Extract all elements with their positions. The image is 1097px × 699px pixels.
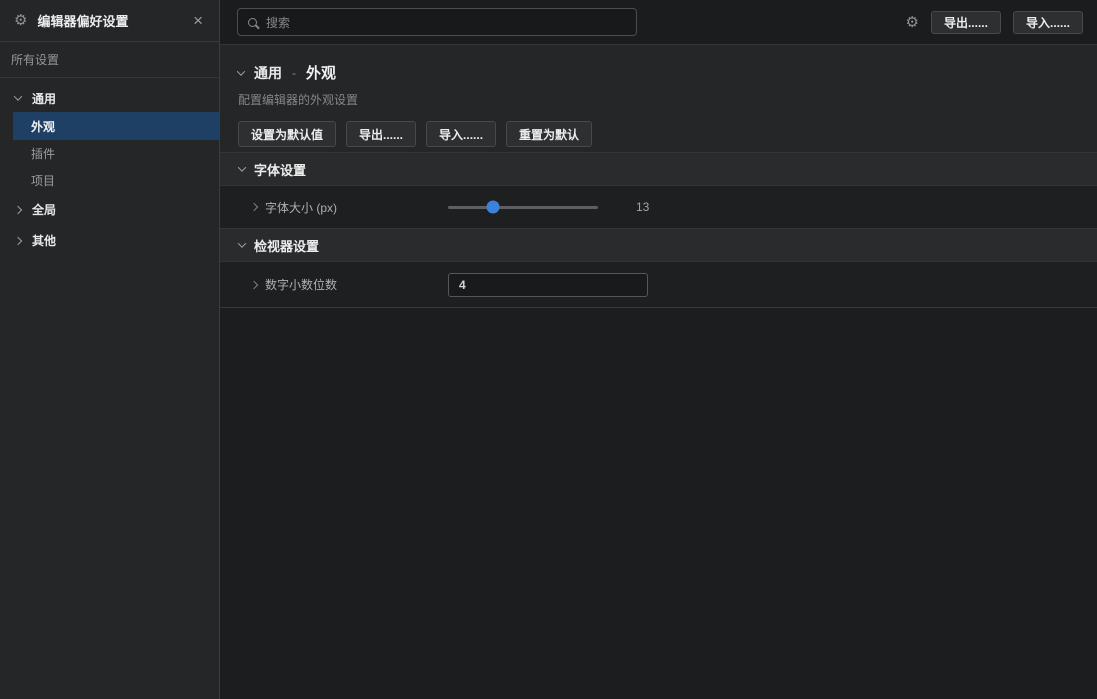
decimal-places-label[interactable]: 数字小数位数 [220,276,448,293]
sidebar: ⚙ 编辑器偏好设置 × 所有设置 通用 外观 插件 项目 全局 其他 [0,0,220,699]
section-title: 检视器设置 [254,236,319,255]
breadcrumb-separator: - [292,66,296,80]
sidebar-header: ⚙ 编辑器偏好设置 × [0,0,219,42]
slider-thumb[interactable] [487,201,500,214]
sidebar-group-other[interactable]: 其他 [0,225,219,256]
chevron-down-icon [14,92,22,100]
decimal-places-value: 4 [459,278,466,292]
sidebar-item-plugins[interactable]: 插件 [0,140,219,167]
chevron-right-icon [250,203,258,211]
editor-preferences-window: ⚙ 编辑器偏好设置 × 所有设置 通用 外观 插件 项目 全局 其他 [0,0,1097,699]
section-title: 字体设置 [254,160,306,179]
sidebar-group-label: 全局 [32,201,56,218]
set-as-default-button[interactable]: 设置为默认值 [238,121,336,147]
search-icon [248,18,257,27]
sidebar-group-label: 其他 [32,232,56,249]
setting-row-decimal-places: 数字小数位数 4 [220,262,1097,308]
reset-to-default-button[interactable]: 重置为默认 [506,121,592,147]
chevron-down-icon[interactable] [237,67,245,75]
sidebar-item-all-settings[interactable]: 所有设置 [0,42,219,78]
settings-gear-icon[interactable]: ⚙ [906,15,919,30]
chevron-right-icon [14,205,22,213]
preferences-gear-icon: ⚙ [14,13,27,28]
breadcrumb-parent: 通用 [254,63,282,83]
sidebar-group-label: 通用 [32,90,56,107]
chevron-right-icon [250,280,258,288]
sidebar-item-project[interactable]: 项目 [0,167,219,194]
empty-content-area [220,308,1097,699]
chevron-down-icon [238,239,246,247]
page-header: 通用 - 外观 配置编辑器的外观设置 设置为默认值 导出...... 导入...… [220,45,1097,152]
font-size-value: 13 [636,200,649,214]
main-panel: 搜索 ⚙ 导出...... 导入...... 通用 - 外观 配置编辑器的外观设… [220,0,1097,699]
search-input[interactable]: 搜索 [237,8,637,36]
sidebar-item-appearance[interactable]: 外观 [13,112,219,140]
topbar-actions: ⚙ 导出...... 导入...... [906,11,1083,34]
decimal-places-input[interactable]: 4 [448,273,648,297]
setting-row-font-size: 字体大小 (px) 13 [220,186,1097,228]
sidebar-group-general[interactable]: 通用 [0,84,219,112]
page-title: 外观 [306,62,336,83]
setting-label-text: 字体大小 (px) [265,199,337,216]
import-settings-button[interactable]: 导入...... [426,121,496,147]
chevron-down-icon [238,163,246,171]
font-size-slider[interactable] [448,200,598,214]
export-button[interactable]: 导出...... [931,11,1001,34]
page-actions: 设置为默认值 导出...... 导入...... 重置为默认 [238,121,1097,147]
section-inspector-settings[interactable]: 检视器设置 [220,228,1097,262]
page-description: 配置编辑器的外观设置 [238,91,1097,108]
window-title: 编辑器偏好设置 [37,11,191,30]
settings-tree: 通用 外观 插件 项目 全局 其他 [0,78,219,256]
section-font-settings[interactable]: 字体设置 [220,152,1097,186]
search-placeholder: 搜索 [266,14,290,31]
topbar: 搜索 ⚙ 导出...... 导入...... [220,0,1097,45]
setting-label-text: 数字小数位数 [265,276,337,293]
slider-track [448,206,598,209]
breadcrumb: 通用 - 外观 [238,62,1097,83]
export-settings-button[interactable]: 导出...... [346,121,416,147]
chevron-right-icon [14,236,22,244]
sidebar-group-global[interactable]: 全局 [0,194,219,225]
import-button[interactable]: 导入...... [1013,11,1083,34]
close-icon[interactable]: × [191,12,205,29]
font-size-label[interactable]: 字体大小 (px) [220,199,448,216]
